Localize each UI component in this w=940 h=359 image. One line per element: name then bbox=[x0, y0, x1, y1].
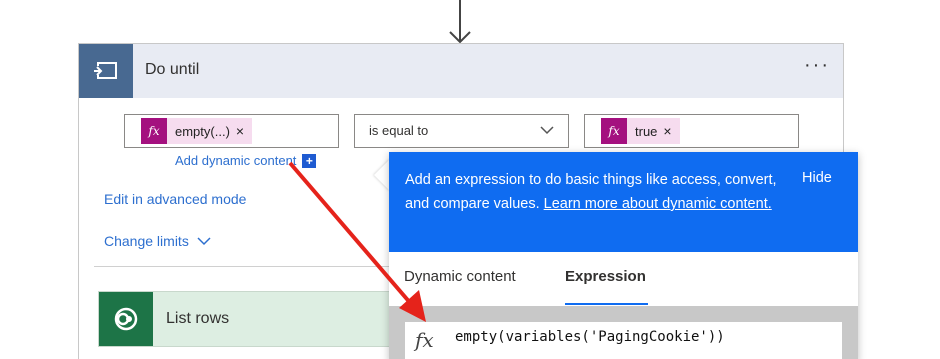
function-icon: fx bbox=[141, 118, 167, 144]
change-limits-label: Change limits bbox=[104, 233, 189, 249]
chevron-down-icon bbox=[197, 237, 211, 246]
condition-left-field[interactable]: fx empty(...) × bbox=[124, 114, 339, 148]
learn-more-link[interactable]: Learn more about dynamic content. bbox=[544, 196, 772, 212]
card-title: Do until bbox=[145, 61, 200, 78]
operator-dropdown[interactable]: is equal to bbox=[354, 114, 569, 148]
token-label: empty(...) bbox=[175, 123, 230, 139]
remove-token-icon[interactable]: × bbox=[663, 123, 679, 139]
edit-advanced-mode-link[interactable]: Edit in advanced mode bbox=[104, 191, 246, 207]
popup-banner: Add an expression to do basic things lik… bbox=[389, 152, 858, 252]
hide-button[interactable]: Hide bbox=[802, 170, 832, 186]
function-icon: fx bbox=[601, 118, 627, 144]
more-options-button[interactable]: ··· bbox=[801, 55, 833, 81]
card-header[interactable]: Do until ··· bbox=[79, 44, 843, 98]
plus-icon: + bbox=[302, 153, 317, 168]
tab-expression[interactable]: Expression bbox=[565, 268, 646, 285]
change-limits-link[interactable]: Change limits bbox=[104, 233, 211, 249]
dataverse-icon bbox=[99, 292, 153, 346]
dynamic-content-popup: Add an expression to do basic things lik… bbox=[389, 152, 858, 359]
tab-dynamic-content[interactable]: Dynamic content bbox=[404, 268, 516, 285]
expression-area: fx empty(variables('PagingCookie')) bbox=[389, 306, 858, 359]
function-icon: fx bbox=[415, 328, 434, 352]
chevron-down-icon bbox=[540, 126, 554, 135]
operator-value: is equal to bbox=[369, 123, 429, 138]
loop-icon bbox=[79, 44, 133, 98]
expression-value: empty(variables('PagingCookie')) bbox=[455, 329, 725, 345]
condition-right-field[interactable]: fx true × bbox=[584, 114, 799, 148]
connector-arrow-icon bbox=[449, 0, 471, 44]
token-label: true bbox=[635, 123, 658, 139]
add-dynamic-content-link[interactable]: Add dynamic content + bbox=[175, 153, 317, 168]
list-rows-title: List rows bbox=[166, 310, 230, 327]
add-dynamic-content-label: Add dynamic content bbox=[175, 153, 297, 168]
popup-description: Add an expression to do basic things lik… bbox=[405, 168, 785, 216]
active-tab-indicator bbox=[565, 303, 648, 305]
list-rows-card[interactable]: List rows bbox=[98, 291, 398, 347]
remove-token-icon[interactable]: × bbox=[236, 123, 252, 139]
divider bbox=[94, 266, 394, 267]
expression-input[interactable]: fx empty(variables('PagingCookie')) bbox=[405, 322, 842, 359]
expression-token[interactable]: fx empty(...) × bbox=[141, 118, 253, 144]
popup-caret bbox=[374, 159, 390, 191]
expression-token[interactable]: fx true × bbox=[601, 118, 680, 144]
